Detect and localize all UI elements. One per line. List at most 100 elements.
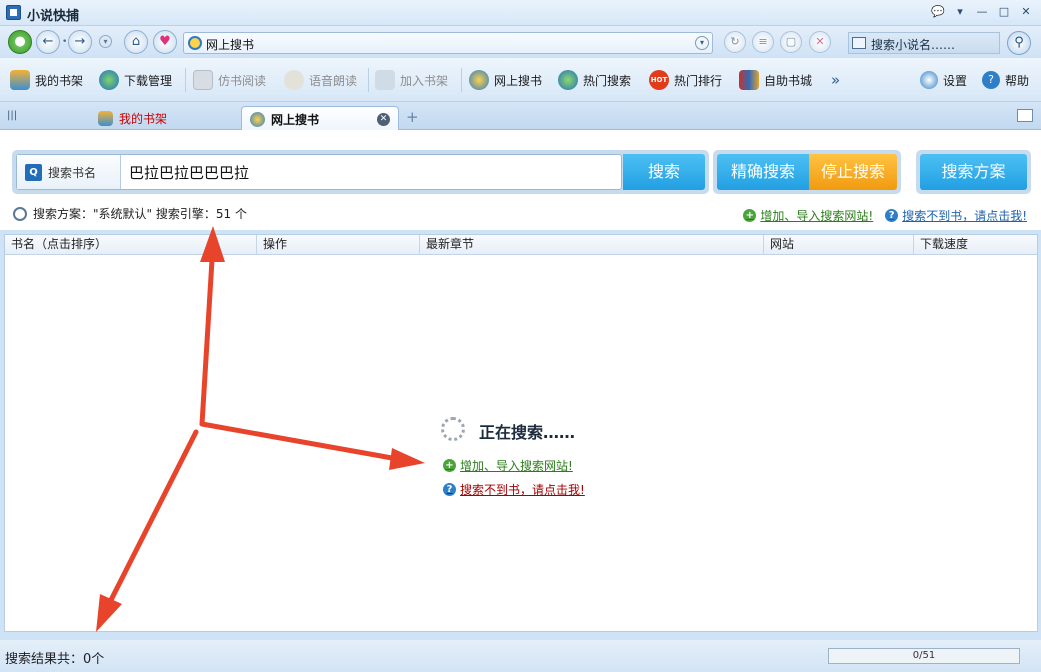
plus-icon: + [743,209,757,222]
toolbar-book-reader-label: 仿书阅读 [218,73,267,88]
search-panel: Q 搜索书名 搜索 精确搜索 停止搜索 搜索方案 搜索方案："系统默认" 搜索引… [0,130,1041,230]
toolbar-add-to-shelf-label: 加入书架 [400,73,449,88]
book-name-input[interactable] [123,155,619,189]
search-field-label: 搜索书名 [48,165,97,180]
help-icon: ? [982,71,1000,89]
exact-search-button[interactable]: 精确搜索 [717,154,809,190]
col-website[interactable]: 网站 [764,235,914,255]
tab-strip: ||| 我的书架 网上搜书 ✕ + [0,102,1041,131]
toolbar-self-bookstore[interactable]: 自助书城 [739,68,812,92]
toolbar-settings[interactable]: 设置 [920,68,967,92]
books-icon [739,70,759,90]
col-latest-chapter[interactable]: 最新章节 [420,235,764,255]
microphone-icon [284,70,304,90]
menu-dropdown-icon[interactable]: ▾ [951,4,969,20]
download-globe-icon [99,70,119,90]
back-arrow-icon[interactable]: ← [36,30,60,54]
toolbar-self-bookstore-label: 自助书城 [764,73,813,88]
feedback-icon[interactable]: 💬 [929,4,947,20]
toolbar-download-manager[interactable]: 下载管理 [99,68,172,92]
search-scheme-text: 搜索方案："系统默认" 搜索引擎：51 个 [33,207,247,221]
toolbar-book-reader[interactable]: 仿书阅读 [193,68,266,92]
toolbar-voice-read[interactable]: 语音朗读 [284,68,357,92]
search-scheme-button[interactable]: 搜索方案 [916,150,1031,194]
panel-maximize-icon[interactable] [1017,109,1033,122]
search-progress-bar: 0/51 [828,648,1020,664]
forward-arrow-icon[interactable]: → [68,30,92,54]
stop-search-button[interactable]: 停止搜索 [809,154,897,190]
address-field[interactable]: 网上搜书 ▾ [183,32,713,54]
user-icon[interactable]: ● [8,30,32,54]
novel-search-box[interactable]: 搜索小说名…… [848,32,1000,54]
search-go-icon[interactable]: ⚲ [1007,31,1031,55]
status-add-site-text: 增加、导入搜索网站! [460,459,573,473]
status-add-site-link[interactable]: + 增加、导入搜索网站! [443,457,573,474]
page-icon[interactable]: ▢ [780,31,802,53]
bookshelf-icon [10,70,30,90]
toolbar-more-icon[interactable]: » [831,68,840,92]
search-button[interactable]: 搜索 [623,150,709,194]
tab-my-bookshelf-label: 我的书架 [119,112,168,126]
toolbar-hot-ranking[interactable]: HOT 热门排行 [649,68,722,92]
tab-list-icon[interactable]: ||| [7,110,17,121]
new-tab-plus-icon[interactable]: + [406,110,419,125]
toolbar-web-search-label: 网上搜书 [494,73,543,88]
magnifier-icon [13,206,27,221]
search-box-icon [852,37,866,49]
help-icon: ? [885,209,899,222]
web-search-icon [250,111,265,127]
toolbar-separator [368,68,369,92]
tab-web-search[interactable]: 网上搜书 ✕ [241,106,399,131]
refresh-icon[interactable]: ↻ [724,31,746,53]
toolbar-help-label: 帮助 [1005,73,1030,88]
results-table-header: 书名（点击排序） 操作 最新章节 网站 下载速度 [5,235,1037,255]
gear-icon [920,71,938,89]
globe-icon [558,70,578,90]
app-title: 小说快捕 [27,9,80,24]
minimize-icon[interactable]: — [973,4,991,20]
status-not-found-link[interactable]: ? 搜索不到书，请点击我! [443,481,585,498]
toolbar-hot-search[interactable]: 热门搜索 [558,68,631,92]
title-bar: 小说快捕 💬 ▾ — □ ✕ [0,0,1041,26]
novel-search-placeholder: 搜索小说名…… [871,38,956,52]
toolbar-bookshelf-label: 我的书架 [35,73,84,88]
stop-x-icon[interactable]: ✕ [809,31,831,53]
toolbar-hot-search-label: 热门搜索 [583,73,632,88]
app-logo-icon [6,5,21,20]
panel-links: + 增加、导入搜索网站! ? 搜索不到书，请点击我! [743,207,1027,224]
toolbar-add-to-shelf[interactable]: 加入书架 [375,68,448,92]
favorite-heart-icon[interactable]: ♥ [153,30,177,54]
hot-icon: HOT [649,70,669,90]
home-icon[interactable]: ⌂ [124,30,148,54]
toolbar-separator [185,68,186,92]
toolbar-web-search[interactable]: 网上搜书 [469,68,542,92]
close-icon[interactable]: ✕ [1017,4,1035,20]
not-found-link[interactable]: ? 搜索不到书，请点击我! [885,207,1027,224]
list-icon[interactable]: ≡ [752,31,774,53]
search-field-type-selector[interactable]: Q 搜索书名 [17,155,121,189]
col-action[interactable]: 操作 [257,235,420,255]
search-progress-text: 0/51 [912,650,936,661]
toolbar-bookshelf[interactable]: 我的书架 [10,68,83,92]
searching-text: 正在搜索…… [479,423,576,442]
col-book-name[interactable]: 书名（点击排序） [5,235,257,255]
history-dropdown-icon[interactable]: ▾ [99,35,112,48]
tab-my-bookshelf[interactable]: 我的书架 [90,106,238,131]
toolbar-help[interactable]: ? 帮助 [982,68,1029,92]
results-table: 书名（点击排序） 操作 最新章节 网站 下载速度 正在搜索…… + 增加、导入搜… [4,234,1038,632]
add-site-link[interactable]: + 增加、导入搜索网站! [743,207,873,224]
address-dropdown-icon[interactable]: ▾ [695,36,709,50]
bookshelf-icon [98,111,113,126]
toolbar-voice-read-label: 语音朗读 [309,73,358,88]
plus-icon: + [443,459,456,472]
book-icon [193,70,213,90]
tab-close-icon[interactable]: ✕ [377,113,390,126]
address-text: 网上搜书 [206,38,255,52]
col-download-speed[interactable]: 下载速度 [914,235,1037,255]
maximize-icon[interactable]: □ [995,4,1013,20]
loading-spinner-icon [441,417,465,441]
web-search-icon [469,70,489,90]
toolbar-settings-label: 设置 [943,73,968,88]
search-mode-group: 精确搜索 停止搜索 [713,150,901,194]
search-field-frame: Q 搜索书名 [12,150,626,194]
